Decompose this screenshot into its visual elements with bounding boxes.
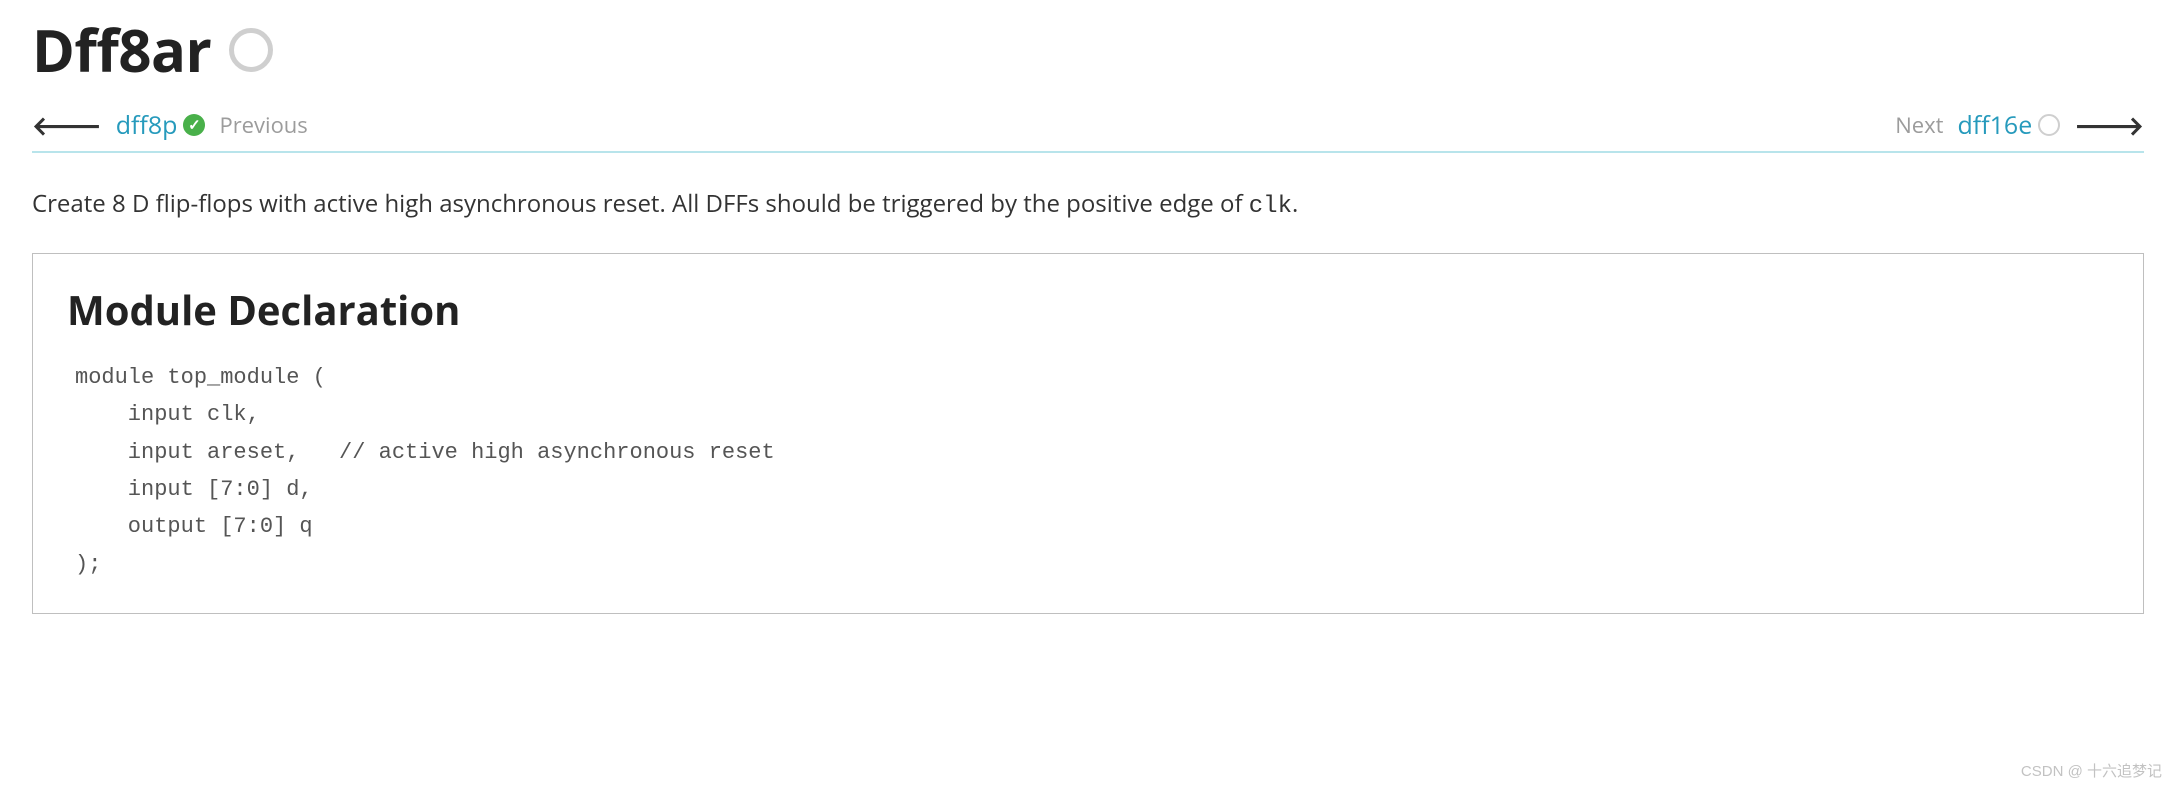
description-code: clk <box>1249 193 1292 220</box>
nav-row: 🡐 dff8p ✓ Previous Next dff16e 🡒 <box>32 107 2144 153</box>
title-row: Dff8ar <box>32 10 2144 89</box>
empty-circle-icon <box>2038 114 2060 136</box>
prev-link[interactable]: dff8p ✓ <box>116 108 206 142</box>
next-link-text: dff16e <box>1958 108 2033 142</box>
prev-label: Previous <box>219 110 307 140</box>
check-circle-icon: ✓ <box>183 114 205 136</box>
next-label: Next <box>1895 110 1943 140</box>
page-title: Dff8ar <box>32 10 211 89</box>
description-text-before: Create 8 D flip-flops with active high a… <box>32 187 1249 220</box>
status-circle-icon <box>229 28 273 72</box>
arrow-left-icon[interactable]: 🡐 <box>32 107 102 143</box>
nav-right: Next dff16e 🡒 <box>1895 107 2144 143</box>
watermark: CSDN @ 十六追梦记 <box>2021 760 2162 781</box>
module-code: module top_module ( input clk, input are… <box>75 359 2109 583</box>
problem-description: Create 8 D flip-flops with active high a… <box>32 187 2144 225</box>
module-declaration-box: Module Declaration module top_module ( i… <box>32 253 2144 614</box>
description-text-after: . <box>1292 187 1298 220</box>
prev-link-text: dff8p <box>116 108 178 142</box>
arrow-right-icon[interactable]: 🡒 <box>2074 107 2144 143</box>
nav-left: 🡐 dff8p ✓ Previous <box>32 107 308 143</box>
next-link[interactable]: dff16e <box>1958 108 2061 142</box>
module-heading: Module Declaration <box>67 282 2109 337</box>
